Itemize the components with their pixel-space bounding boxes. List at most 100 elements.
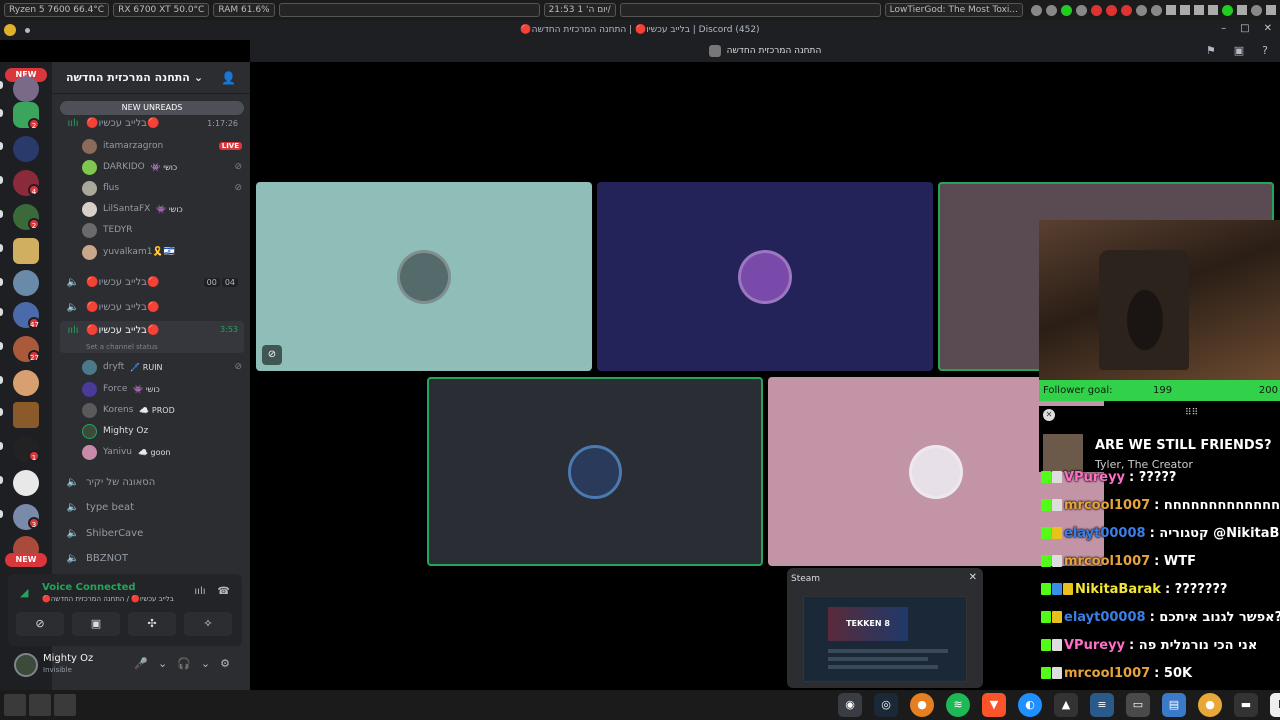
server-name-header[interactable]: התחנה המרכזית החדשה ⌄ 👤	[52, 62, 250, 94]
server-icon[interactable]	[13, 238, 39, 264]
voice-user[interactable]: yuvalkam1🎗️🇮🇱	[82, 242, 242, 262]
steam-tray-icon[interactable]	[1136, 4, 1147, 16]
clock[interactable]: 21:53 יום ה' 1/	[543, 3, 616, 17]
voice-user[interactable]: Korens ☁️ PROD	[82, 400, 242, 420]
window-thumbnail[interactable]: TEKKEN 8	[803, 596, 967, 682]
voice-user[interactable]: Yanivu ☁️ goon	[82, 442, 242, 462]
voice-channel[interactable]: 🔈 הסאונה של יקיר	[60, 471, 244, 493]
voice-channel[interactable]: 🔈 type beat	[60, 496, 244, 518]
app-icon[interactable]: ●	[1198, 693, 1222, 717]
gpu-monitor: RX 6700 XT 50.0°C	[113, 3, 210, 17]
power-icon[interactable]	[1266, 5, 1276, 15]
voice-user[interactable]: LilSantaFX 👾 כושי	[82, 199, 242, 219]
inbox-icon[interactable]: ▣	[1234, 44, 1244, 57]
server-icon[interactable]	[13, 136, 39, 162]
taskbar-preview-popup[interactable]: Steam ✕ TEKKEN 8	[787, 568, 983, 688]
chevron-down-icon[interactable]: ⌄	[201, 657, 210, 670]
voice-channel[interactable]: 🔈 🔴בלייב עכשיו🔴	[60, 296, 244, 318]
record-icon[interactable]	[1121, 4, 1132, 16]
voice-channel[interactable]: 🔈 🔴בלייב עכשיו🔴 00 04	[60, 271, 244, 293]
spotify-icon[interactable]: ≋	[946, 693, 970, 717]
volume-icon[interactable]	[1194, 5, 1204, 15]
display-icon[interactable]	[1180, 5, 1190, 15]
voice-user[interactable]: flus ⊘	[82, 178, 242, 198]
soundboard-button[interactable]: ✧	[184, 612, 232, 636]
inkscape-icon[interactable]: ▲	[1054, 693, 1078, 717]
kick-icon	[1041, 555, 1051, 567]
steam-icon[interactable]: ◎	[874, 693, 898, 717]
discord-icon[interactable]: ◉	[838, 693, 862, 717]
brave-icon[interactable]: ▼	[982, 693, 1006, 717]
clipboard-icon[interactable]	[1166, 5, 1176, 15]
activities-button[interactable]: ✣	[128, 612, 176, 636]
close-icon[interactable]: ✕	[1264, 23, 1272, 34]
voice-user[interactable]: dryft 🖊️ RUIN ⊘	[82, 357, 242, 377]
participant-tile[interactable]	[427, 377, 763, 566]
panel-username[interactable]: Mighty Oz	[43, 653, 93, 664]
record-icon[interactable]	[1106, 4, 1117, 16]
tray-icon[interactable]	[1031, 4, 1042, 16]
settings-gear-icon[interactable]: ⚙	[220, 657, 230, 670]
folder-icon[interactable]: ▭	[1126, 693, 1150, 717]
noise-suppression-icon[interactable]: ıılı	[194, 586, 205, 597]
store-icon[interactable]: ▤	[1162, 693, 1186, 717]
update-icon[interactable]	[1222, 4, 1233, 16]
avatar[interactable]	[14, 653, 38, 677]
voice-user-self[interactable]: Mighty Oz	[82, 421, 242, 441]
workspace-thumb[interactable]	[54, 694, 76, 716]
terminal-icon[interactable]: ▬	[1234, 693, 1258, 717]
tray-icon[interactable]	[1151, 4, 1162, 16]
tray-icon[interactable]	[1061, 4, 1072, 16]
participant-tile[interactable]: ⊘	[256, 182, 592, 371]
microphone-icon[interactable]: 🎤	[134, 657, 148, 670]
voice-user[interactable]: DARKIDO 👾 כושי ⊘	[82, 157, 242, 177]
voice-user[interactable]: Force 👾 כושי	[82, 379, 242, 399]
window-pin-icon[interactable]	[25, 28, 30, 33]
record-icon[interactable]	[1091, 4, 1102, 16]
layers-icon[interactable]: ≡	[1090, 693, 1114, 717]
server-icon[interactable]	[13, 370, 39, 396]
tray-icon[interactable]	[1046, 4, 1057, 16]
server-icon[interactable]	[13, 76, 39, 102]
invite-people-icon[interactable]: 👤	[221, 71, 236, 85]
voice-connected-subtitle[interactable]: 🔴בלייב עכשיו🔴 / התחנה המרכזית החדשה	[42, 595, 192, 603]
voice-user[interactable]: itamarzagron LIVE	[82, 136, 242, 156]
browser-icon[interactable]: ◐	[1018, 693, 1042, 717]
workspace-thumb[interactable]	[29, 694, 51, 716]
workspace-thumb[interactable]	[4, 694, 26, 716]
minimize-icon[interactable]: –	[1221, 23, 1226, 34]
taskbar-window-area[interactable]	[278, 3, 540, 17]
unread-pip	[0, 109, 3, 117]
server-icon[interactable]	[13, 470, 39, 496]
voice-channel[interactable]: 🔈 ShiberCave	[60, 522, 244, 544]
maximize-icon[interactable]: □	[1240, 23, 1249, 34]
participant-tile[interactable]	[597, 182, 933, 371]
taskbar-area-2[interactable]	[619, 3, 881, 17]
app-icon[interactable]: R	[1270, 693, 1280, 717]
channel-status[interactable]: Set a channel status	[86, 343, 158, 351]
obs-icon[interactable]	[1076, 4, 1087, 16]
media-player[interactable]: LowTierGod: The Most Toxi...	[884, 3, 1023, 17]
firefox-icon[interactable]: ●	[910, 693, 934, 717]
bluetooth-icon[interactable]	[1208, 5, 1218, 15]
network-icon[interactable]	[1237, 5, 1247, 15]
help-icon[interactable]: ?	[1262, 44, 1268, 57]
server-icon[interactable]	[13, 402, 39, 428]
disconnect-icon[interactable]: ☎	[218, 586, 230, 597]
headphones-icon[interactable]: 🎧	[177, 657, 191, 670]
camera-off-button[interactable]: ⊘	[16, 612, 64, 636]
signal-icon[interactable]: ◢	[20, 586, 28, 599]
voice-user[interactable]: TEDYR	[82, 220, 242, 240]
flag-icon[interactable]: ⚑	[1206, 44, 1216, 57]
notification-icon[interactable]	[1251, 4, 1262, 16]
drag-handle-icon[interactable]: ⠿⠿	[1185, 408, 1198, 418]
server-icon[interactable]	[13, 270, 39, 296]
chevron-down-icon[interactable]: ⌄	[158, 657, 167, 670]
close-icon[interactable]: ✕	[1043, 409, 1055, 421]
screen-share-button[interactable]: ▣	[72, 612, 120, 636]
voice-channel[interactable]: 🔈 BBZNOT	[60, 547, 244, 569]
close-icon[interactable]: ✕	[969, 572, 977, 583]
voice-connected-title[interactable]: Voice Connected	[42, 582, 136, 593]
new-unreads-pill[interactable]: NEW	[5, 553, 47, 567]
voice-channel[interactable]: ıılı 🔴בלייב עכשיו🔴 1:17:26	[60, 112, 244, 134]
